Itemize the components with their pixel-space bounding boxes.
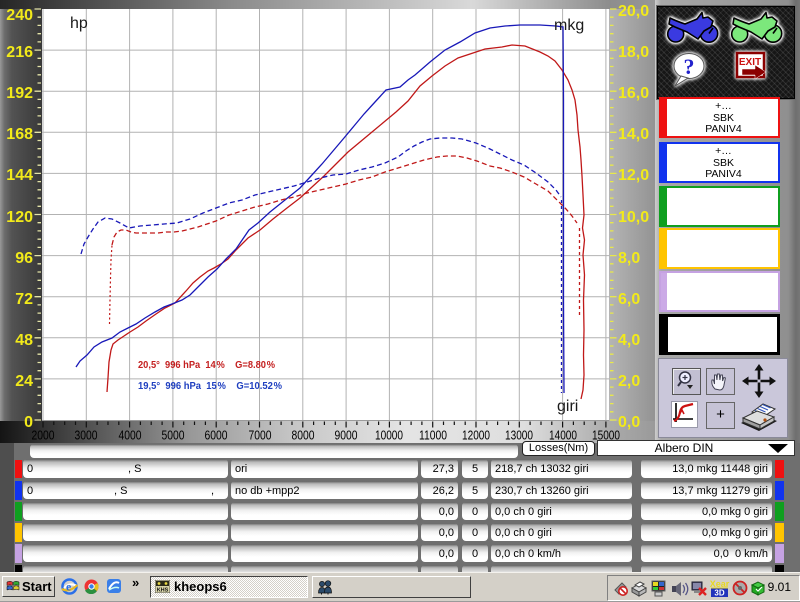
svg-text:KHS: KHS — [157, 588, 169, 594]
svg-text:216: 216 — [6, 44, 33, 61]
svg-text:11000: 11000 — [419, 429, 447, 443]
svg-text:e: e — [66, 580, 72, 594]
svg-text:24: 24 — [15, 373, 33, 390]
svg-text:20,5° 996 hPa 14 % G=8.80: 20,5° 996 hPa 14 % G=8.80 % — [138, 359, 276, 371]
svg-text:3000: 3000 — [75, 429, 98, 443]
svg-text:96: 96 — [15, 250, 33, 267]
svg-text:192: 192 — [6, 85, 33, 102]
svg-text:8000: 8000 — [292, 429, 315, 443]
svg-text:240: 240 — [6, 7, 33, 24]
svg-text:20,0: 20,0 — [618, 3, 649, 20]
svg-text:10000: 10000 — [375, 429, 403, 443]
svg-text:giri: giri — [557, 398, 578, 415]
svg-text:EXIT: EXIT — [739, 57, 761, 68]
svg-text:0,0: 0,0 — [618, 414, 640, 431]
svg-text:48: 48 — [15, 332, 33, 349]
svg-text:mkg: mkg — [554, 17, 584, 34]
svg-text:12,0: 12,0 — [618, 167, 649, 184]
svg-text:12000: 12000 — [462, 429, 490, 443]
svg-text:14,0: 14,0 — [618, 126, 649, 143]
svg-text:?: ? — [684, 54, 695, 79]
svg-text:168: 168 — [6, 126, 33, 143]
svg-text:120: 120 — [6, 209, 33, 226]
svg-text:4,0: 4,0 — [618, 332, 640, 349]
svg-text:2000: 2000 — [32, 429, 55, 443]
svg-text:hp: hp — [70, 15, 88, 32]
svg-text:3D: 3D — [714, 589, 724, 598]
svg-text:2,0: 2,0 — [618, 373, 640, 390]
svg-text:6,0: 6,0 — [618, 291, 640, 308]
svg-text:16,0: 16,0 — [618, 85, 649, 102]
svg-text:72: 72 — [15, 291, 33, 308]
svg-text:19,5° 996 hPa 15 % G=10.5: 19,5° 996 hPa 15 % G=10.52 % — [138, 380, 283, 392]
svg-text:10,0: 10,0 — [618, 209, 649, 226]
svg-text:18,0: 18,0 — [618, 44, 649, 61]
svg-text:9000: 9000 — [335, 429, 358, 443]
svg-text:5000: 5000 — [162, 429, 185, 443]
svg-text:144: 144 — [6, 167, 33, 184]
svg-text:4000: 4000 — [119, 429, 142, 443]
svg-text:6000: 6000 — [205, 429, 228, 443]
svg-text:8,0: 8,0 — [618, 250, 640, 267]
svg-text:7000: 7000 — [249, 429, 272, 443]
